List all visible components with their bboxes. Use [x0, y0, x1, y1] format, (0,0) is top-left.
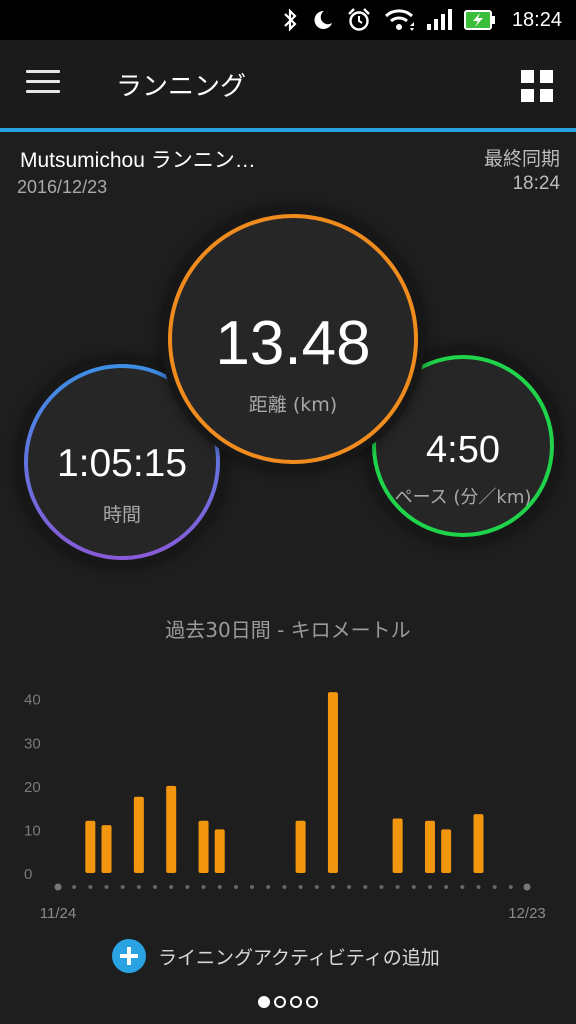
status-icons: 18:24	[282, 0, 562, 40]
x-end-label: 12/23	[508, 905, 546, 922]
bluetooth-icon	[284, 8, 297, 32]
day-dot	[54, 883, 62, 891]
distance-label: 距離 (km)	[248, 394, 338, 416]
bar	[295, 820, 306, 873]
day-dot	[492, 885, 497, 889]
day-dot	[508, 885, 513, 889]
time-value: 1:05:15	[56, 442, 188, 485]
day-dot	[379, 885, 384, 889]
bar	[133, 796, 144, 873]
day-dot	[120, 885, 125, 889]
distance-value: 13.48	[215, 309, 371, 378]
day-dot	[460, 885, 465, 889]
day-dot	[201, 885, 206, 889]
day-dot	[104, 885, 109, 889]
battery-charging-icon	[463, 10, 495, 30]
bar	[214, 829, 225, 873]
day-dot	[330, 885, 335, 889]
add-activity-label: ライニングアクティビティの追加	[158, 946, 440, 969]
pace-value: 4:50	[426, 429, 500, 471]
bar	[327, 692, 338, 873]
bar	[198, 820, 209, 873]
pace-label: ペース (分／km)	[394, 487, 532, 508]
day-dot	[169, 885, 174, 889]
day-dot	[185, 885, 190, 889]
day-dot	[395, 885, 400, 889]
day-dot	[444, 885, 449, 889]
day-dot	[250, 885, 255, 889]
last-sync-label: 最終同期	[483, 148, 560, 170]
bar	[441, 829, 452, 873]
day-dot	[233, 885, 238, 889]
bar	[85, 820, 96, 873]
status-bar: 18:24	[0, 0, 576, 40]
day-dot	[427, 885, 432, 889]
add-activity-button[interactable]: ライニングアクティビティの追加	[112, 938, 440, 974]
day-dot	[523, 883, 531, 891]
day-dot	[363, 885, 368, 889]
app-bar: ランニング	[0, 40, 576, 128]
day-dot	[298, 885, 303, 889]
signal-icon	[426, 9, 452, 30]
day-dot	[476, 885, 481, 889]
day-dot	[72, 885, 77, 889]
page-dot[interactable]	[274, 996, 286, 1008]
day-dot	[136, 885, 141, 889]
bar	[424, 820, 435, 873]
wifi-icon	[384, 9, 414, 31]
day-dot	[347, 885, 352, 889]
day-dot	[153, 885, 158, 889]
day-dot	[411, 885, 416, 889]
day-dot	[314, 885, 319, 889]
y-tick-label: 10	[24, 822, 41, 839]
day-dot	[266, 885, 271, 889]
bar	[392, 818, 403, 873]
chart-title: 過去30日間 - キロメートル	[165, 618, 411, 642]
page-indicator	[258, 996, 318, 1008]
time-label: 時間	[102, 504, 141, 526]
moon-icon	[314, 10, 332, 29]
y-tick-label: 40	[24, 692, 41, 709]
alarm-icon	[348, 8, 370, 31]
distance-bar-chart[interactable]: 0 10 20 30 40 11/24 12/23	[0, 670, 576, 930]
app-title: ランニング	[116, 72, 247, 102]
last-sync-time: 18:24	[512, 173, 560, 194]
day-dot	[217, 885, 222, 889]
page-dot[interactable]	[306, 996, 318, 1008]
activity-name[interactable]: Mutsumichou ランニン…	[20, 144, 256, 174]
day-dot	[88, 885, 93, 889]
bar	[473, 814, 484, 873]
status-time: 18:24	[511, 8, 562, 31]
page-dot[interactable]	[290, 996, 302, 1008]
plus-icon	[112, 939, 146, 973]
page-dot[interactable]	[258, 996, 270, 1008]
y-tick-label: 0	[24, 866, 32, 883]
accent-divider	[0, 128, 576, 132]
distance-stat-circle[interactable]: 13.48 距離 (km)	[168, 214, 418, 464]
bar	[166, 785, 177, 873]
y-tick-label: 30	[24, 735, 41, 752]
activity-date: 2016/12/23	[17, 177, 108, 197]
bar	[101, 825, 112, 873]
x-start-label: 11/24	[40, 905, 76, 922]
grid-view-icon[interactable]	[521, 70, 555, 104]
hamburger-menu-icon[interactable]	[26, 70, 60, 96]
y-tick-label: 20	[24, 779, 41, 796]
day-dot	[282, 885, 287, 889]
